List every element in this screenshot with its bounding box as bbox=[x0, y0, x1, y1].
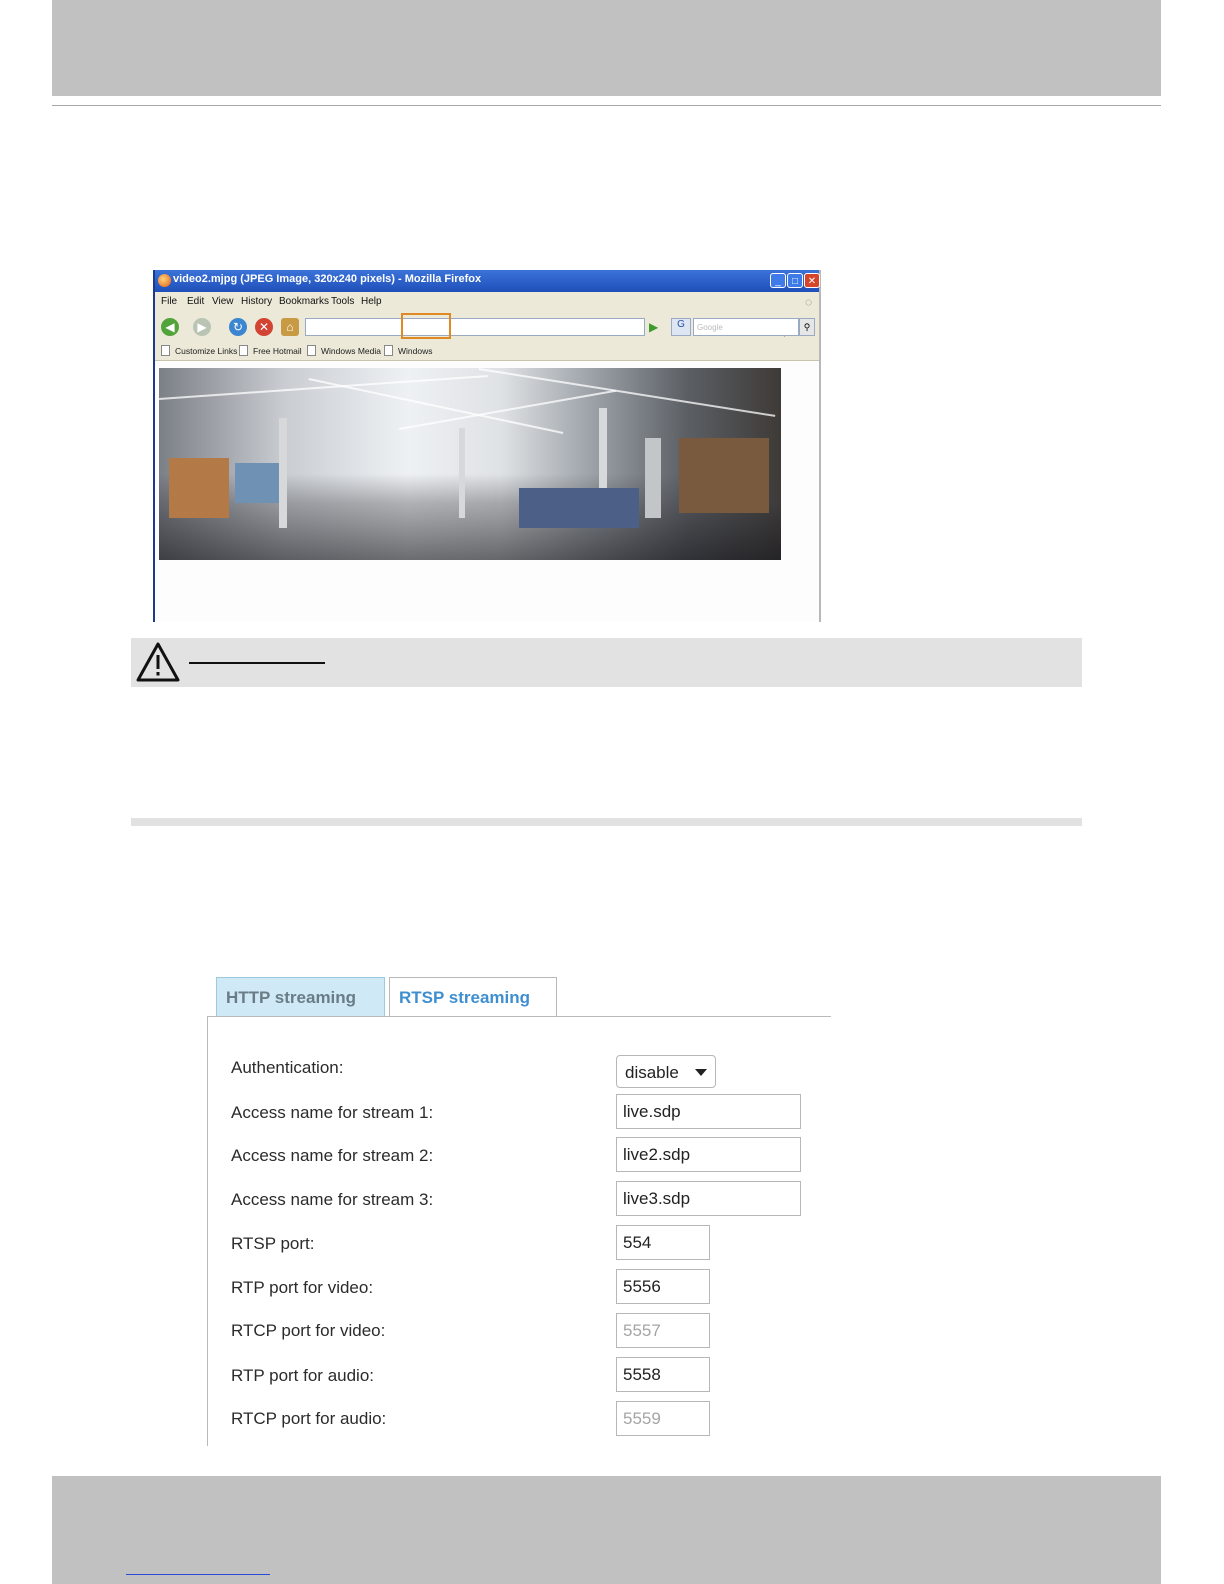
search-icon[interactable]: ⚲ bbox=[799, 318, 815, 336]
menu-help[interactable]: Help bbox=[361, 296, 382, 307]
stop-icon[interactable]: ✕ bbox=[255, 318, 273, 336]
back-arrow-icon[interactable]: ◀ bbox=[161, 318, 179, 336]
close-button[interactable]: ✕ bbox=[804, 273, 820, 288]
rtp-video-port-input[interactable]: 5556 bbox=[616, 1269, 710, 1304]
home-icon[interactable]: ⌂ bbox=[281, 318, 299, 336]
firefox-titlebar: video2.mjpg (JPEG Image, 320x240 pixels)… bbox=[155, 270, 820, 292]
address-bar[interactable]: ▾ bbox=[305, 318, 787, 339]
firefox-menubar: File Edit View History Bookmarks Tools H… bbox=[155, 292, 819, 312]
caution-note-bar bbox=[131, 638, 1082, 687]
stream1-access-name-label: Access name for stream 1: bbox=[231, 1103, 434, 1122]
caution-triangle-icon bbox=[136, 642, 180, 682]
dropdown-caret-icon bbox=[695, 1069, 707, 1076]
authentication-select[interactable]: disable bbox=[616, 1055, 716, 1088]
stream3-access-name-input[interactable]: live3.sdp bbox=[616, 1181, 801, 1216]
firefox-icon bbox=[158, 274, 171, 287]
firefox-window-screenshot: video2.mjpg (JPEG Image, 320x240 pixels)… bbox=[153, 270, 821, 622]
authentication-label: Authentication: bbox=[231, 1058, 344, 1077]
rtsp-port-input[interactable]: 554 bbox=[616, 1225, 710, 1260]
rtcp-audio-port-input: 5559 bbox=[616, 1401, 710, 1436]
firefox-navigation-toolbar: ◀ ▶ ↻ ✕ ⌂ ▾ ▶ G Google ⚲ bbox=[155, 312, 819, 342]
bookmarks-toolbar: Customize Links Free Hotmail Windows Med… bbox=[155, 342, 819, 361]
firefox-window-title: video2.mjpg (JPEG Image, 320x240 pixels)… bbox=[173, 273, 482, 285]
search-engine-icon[interactable]: G bbox=[671, 318, 691, 336]
header-divider bbox=[52, 105, 1161, 106]
page-header-band bbox=[52, 0, 1161, 96]
rtcp-video-port-label: RTCP port for video: bbox=[231, 1321, 386, 1340]
menu-bookmarks[interactable]: Bookmarks bbox=[279, 296, 329, 307]
stream3-access-name-label: Access name for stream 3: bbox=[231, 1190, 434, 1209]
bookmark-customize-links[interactable]: Customize Links bbox=[161, 345, 237, 356]
caution-heading-underline bbox=[189, 662, 325, 664]
menu-file[interactable]: File bbox=[161, 296, 177, 307]
search-input[interactable]: Google bbox=[693, 318, 799, 336]
menu-view[interactable]: View bbox=[212, 296, 234, 307]
maximize-button[interactable]: □ bbox=[787, 273, 803, 288]
page-footer-band bbox=[52, 1476, 1161, 1584]
tab-rtsp-streaming[interactable]: RTSP streaming bbox=[389, 977, 557, 1016]
rtcp-audio-port-label: RTCP port for audio: bbox=[231, 1409, 387, 1428]
stream2-access-name-label: Access name for stream 2: bbox=[231, 1146, 434, 1165]
rtsp-port-label: RTSP port: bbox=[231, 1234, 315, 1253]
rtp-audio-port-label: RTP port for audio: bbox=[231, 1366, 375, 1385]
bookmark-windows[interactable]: Windows bbox=[384, 345, 432, 356]
bookmark-free-hotmail[interactable]: Free Hotmail bbox=[239, 345, 302, 356]
panel-border-left bbox=[207, 1016, 208, 1446]
reload-icon[interactable]: ↻ bbox=[229, 318, 247, 336]
stream1-access-name-input[interactable]: live.sdp bbox=[616, 1094, 801, 1129]
rtp-audio-port-input[interactable]: 5558 bbox=[616, 1357, 710, 1392]
url-highlight-box bbox=[401, 313, 451, 339]
panel-border-top bbox=[207, 1016, 831, 1017]
menu-tools[interactable]: Tools bbox=[331, 296, 354, 307]
tab-http-streaming[interactable]: HTTP streaming bbox=[216, 977, 385, 1016]
stream2-access-name-input[interactable]: live2.sdp bbox=[616, 1137, 801, 1172]
footer-link-underline[interactable] bbox=[126, 1574, 270, 1575]
authentication-value: disable bbox=[625, 1063, 679, 1082]
rtcp-video-port-input: 5557 bbox=[616, 1313, 710, 1348]
minimize-button[interactable]: _ bbox=[770, 273, 786, 288]
section-divider bbox=[131, 818, 1082, 826]
rtp-video-port-label: RTP port for video: bbox=[231, 1278, 374, 1297]
throbber-icon: ◌ bbox=[805, 295, 813, 309]
camera-video-image bbox=[159, 368, 781, 560]
go-arrow-icon[interactable]: ▶ bbox=[649, 318, 665, 336]
menu-history[interactable]: History bbox=[241, 296, 272, 307]
forward-arrow-icon[interactable]: ▶ bbox=[193, 318, 211, 336]
menu-edit[interactable]: Edit bbox=[187, 296, 204, 307]
bookmark-windows-media[interactable]: Windows Media bbox=[307, 345, 381, 356]
